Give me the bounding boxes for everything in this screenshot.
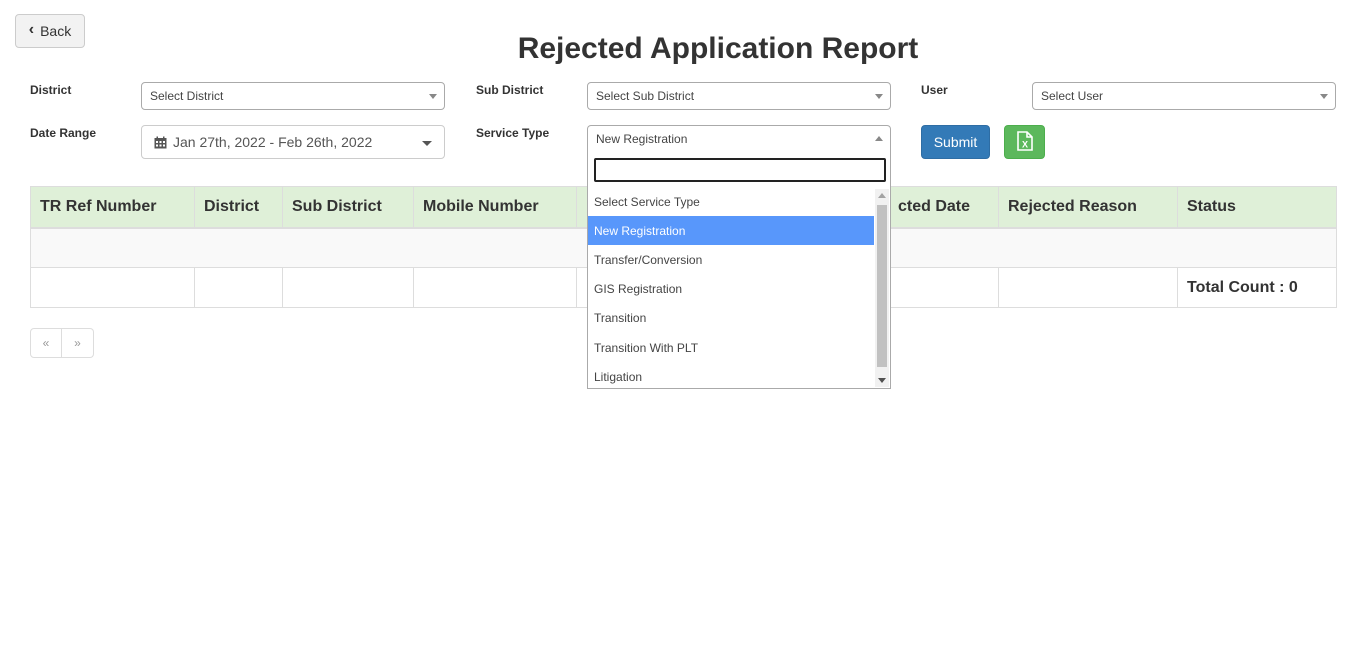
option-new-registration[interactable]: New Registration	[588, 216, 874, 246]
scroll-down-icon[interactable]	[878, 378, 886, 383]
chevron-down-icon	[875, 94, 883, 99]
sub-district-label: Sub District	[476, 83, 544, 97]
district-select[interactable]: Select District	[141, 82, 445, 110]
table-cell	[998, 267, 1178, 308]
column-header-rejected-date[interactable]: cted Date	[888, 186, 999, 229]
pagination-prev[interactable]: «	[30, 328, 62, 358]
svg-text:X: X	[1021, 139, 1027, 149]
table-cell	[30, 267, 195, 308]
date-range-value: Jan 27th, 2022 - Feb 26th, 2022	[173, 134, 373, 150]
chevron-up-icon	[875, 136, 883, 141]
caret-down-icon	[422, 141, 432, 146]
option-litigation[interactable]: Litigation	[588, 362, 874, 391]
sub-district-select-value: Select Sub District	[596, 89, 695, 103]
column-header-tr-ref[interactable]: TR Ref Number	[30, 186, 195, 229]
district-label: District	[30, 83, 72, 97]
export-excel-button[interactable]: X	[1004, 125, 1045, 159]
calendar-icon	[154, 136, 167, 149]
dropdown-scrollbar[interactable]	[875, 189, 889, 387]
column-header-district[interactable]: District	[194, 186, 283, 229]
page-title: Rejected Application Report	[517, 32, 919, 65]
sub-district-select[interactable]: Select Sub District	[587, 82, 891, 110]
scroll-up-icon[interactable]	[878, 193, 886, 198]
excel-file-icon: X	[1016, 130, 1033, 154]
service-type-search-input[interactable]	[594, 158, 886, 182]
scrollbar-thumb[interactable]	[877, 205, 887, 367]
column-header-sub-district[interactable]: Sub District	[282, 186, 414, 229]
table-cell	[888, 267, 999, 308]
date-range-label: Date Range	[30, 126, 97, 140]
submit-button[interactable]: Submit	[921, 125, 990, 159]
column-header-mobile-number[interactable]: Mobile Number	[413, 186, 577, 229]
column-header-status[interactable]: Status	[1177, 186, 1337, 229]
option-gis-registration[interactable]: GIS Registration	[588, 275, 874, 304]
user-select-value: Select User	[1041, 89, 1104, 103]
district-select-value: Select District	[150, 89, 224, 103]
option-transfer-conversion[interactable]: Transfer/Conversion	[588, 245, 874, 274]
option-select-service-type[interactable]: Select Service Type	[588, 187, 874, 216]
total-count: Total Count : 0	[1177, 267, 1337, 308]
pagination-next[interactable]: »	[62, 328, 94, 358]
service-type-select[interactable]: New Registration	[587, 125, 891, 153]
column-header-rejected-reason[interactable]: Rejected Reason	[998, 186, 1178, 229]
service-type-label: Service Type	[476, 126, 550, 140]
table-cell	[282, 267, 414, 308]
table-cell	[194, 267, 283, 308]
service-type-options: Select Service Type New Registration Tra…	[588, 187, 874, 391]
date-range-picker[interactable]: Jan 27th, 2022 - Feb 26th, 2022	[141, 125, 445, 159]
user-select[interactable]: Select User	[1032, 82, 1336, 110]
option-transition-with-plt[interactable]: Transition With PLT	[588, 333, 874, 362]
option-transition[interactable]: Transition	[588, 304, 874, 333]
table-cell	[413, 267, 577, 308]
pagination: « »	[30, 328, 94, 358]
chevron-down-icon	[429, 94, 437, 99]
service-type-select-value: New Registration	[596, 132, 688, 146]
chevron-down-icon	[1320, 94, 1328, 99]
service-type-dropdown: Select Service Type New Registration Tra…	[587, 152, 891, 389]
user-label: User	[921, 83, 948, 97]
